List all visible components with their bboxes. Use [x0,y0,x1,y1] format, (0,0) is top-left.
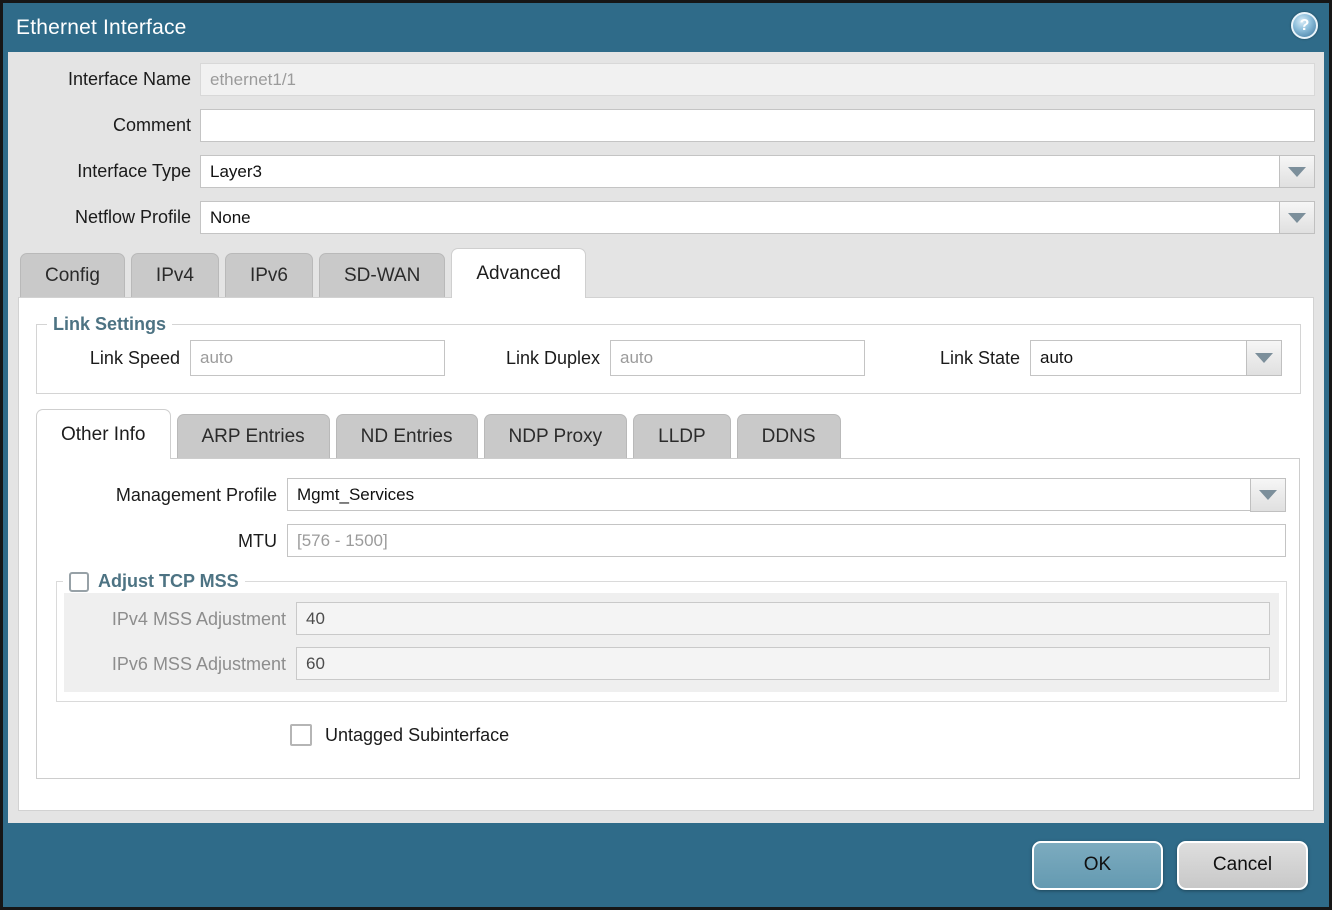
cancel-button[interactable]: Cancel [1177,841,1308,890]
mss-disabled-area: IPv4 MSS Adjustment IPv6 MSS Adjustment [64,593,1279,692]
tab-ddns[interactable]: DDNS [737,414,841,458]
interface-name-label: Interface Name [8,69,200,90]
chevron-down-icon [1259,490,1277,500]
ipv4-mss-row: IPv4 MSS Adjustment [64,602,1270,637]
link-state-label: Link State [865,348,1030,369]
link-duplex-input[interactable] [610,340,865,376]
link-duplex-label: Link Duplex [445,348,610,369]
link-settings-row: Link Speed Link Duplex Link State [37,340,1300,376]
comment-row: Comment [8,109,1315,142]
chevron-down-icon [1255,353,1273,363]
link-state-select[interactable] [1030,340,1247,376]
adjust-tcp-mss-fieldset: Adjust TCP MSS IPv4 MSS Adjustment IPv6 … [56,571,1287,702]
link-speed-label: Link Speed [37,348,190,369]
adjust-tcp-mss-legend-text: Adjust TCP MSS [98,571,239,592]
main-tab-strip: Config IPv4 IPv6 SD-WAN Advanced [8,247,1324,297]
dialog-title: Ethernet Interface [3,16,187,40]
ethernet-interface-dialog: Ethernet Interface ? Interface Name Comm… [0,0,1332,910]
chevron-down-icon [1288,167,1306,177]
link-settings-legend: Link Settings [47,314,172,335]
advanced-tab-panel: Link Settings Link Speed Link Duplex Lin… [18,297,1314,811]
other-info-tab-strip: Other Info ARP Entries ND Entries NDP Pr… [19,408,1313,458]
netflow-profile-row: Netflow Profile [8,201,1315,234]
tab-nd-entries[interactable]: ND Entries [336,414,478,458]
management-profile-select[interactable] [287,478,1251,511]
tab-advanced[interactable]: Advanced [451,248,586,298]
dialog-body: Interface Name Comment Interface Type Ne… [8,52,1324,823]
netflow-profile-select[interactable] [200,201,1280,234]
mtu-label: MTU [37,531,287,552]
tab-sd-wan[interactable]: SD-WAN [319,253,445,297]
other-info-panel: Management Profile MTU [36,458,1300,779]
mtu-input[interactable] [287,524,1286,557]
adjust-tcp-mss-checkbox[interactable] [69,572,89,592]
tab-ndp-proxy[interactable]: NDP Proxy [484,414,628,458]
tab-ipv4[interactable]: IPv4 [131,253,219,297]
dialog-titlebar: Ethernet Interface ? [3,3,1329,52]
ipv4-mss-label: IPv4 MSS Adjustment [64,609,296,630]
netflow-profile-dropdown-button[interactable] [1279,201,1315,234]
link-state-dropdown-button[interactable] [1246,340,1282,376]
adjust-tcp-mss-legend: Adjust TCP MSS [63,571,245,592]
tab-ipv6[interactable]: IPv6 [225,253,313,297]
untagged-subinterface-checkbox[interactable] [290,724,312,746]
tab-config[interactable]: Config [20,253,125,297]
interface-type-dropdown-button[interactable] [1279,155,1315,188]
interface-type-row: Interface Type [8,155,1315,188]
link-speed-input[interactable] [190,340,445,376]
management-profile-row: Management Profile [37,478,1286,512]
ipv6-mss-label: IPv6 MSS Adjustment [64,654,296,675]
chevron-down-icon [1288,213,1306,223]
interface-name-row: Interface Name [8,63,1315,96]
comment-input[interactable] [200,109,1315,142]
tab-arp-entries[interactable]: ARP Entries [177,414,330,458]
untagged-subinterface-row: Untagged Subinterface [290,724,1299,746]
comment-label: Comment [8,115,200,136]
management-profile-dropdown-button[interactable] [1250,478,1286,512]
link-settings-fieldset: Link Settings Link Speed Link Duplex Lin… [36,314,1301,394]
ipv4-mss-input [296,602,1270,635]
management-profile-label: Management Profile [37,485,287,506]
dialog-footer: OK Cancel [3,823,1329,907]
interface-type-select[interactable] [200,155,1280,188]
tab-lldp[interactable]: LLDP [633,414,731,458]
help-icon[interactable]: ? [1291,12,1318,39]
interface-name-input [200,63,1315,96]
untagged-subinterface-label: Untagged Subinterface [325,725,509,746]
mtu-row: MTU [37,524,1286,558]
netflow-profile-label: Netflow Profile [8,207,200,228]
ipv6-mss-input [296,647,1270,680]
tab-other-info[interactable]: Other Info [36,409,171,459]
interface-type-label: Interface Type [8,161,200,182]
ok-button[interactable]: OK [1032,841,1163,890]
ipv6-mss-row: IPv6 MSS Adjustment [64,647,1270,682]
